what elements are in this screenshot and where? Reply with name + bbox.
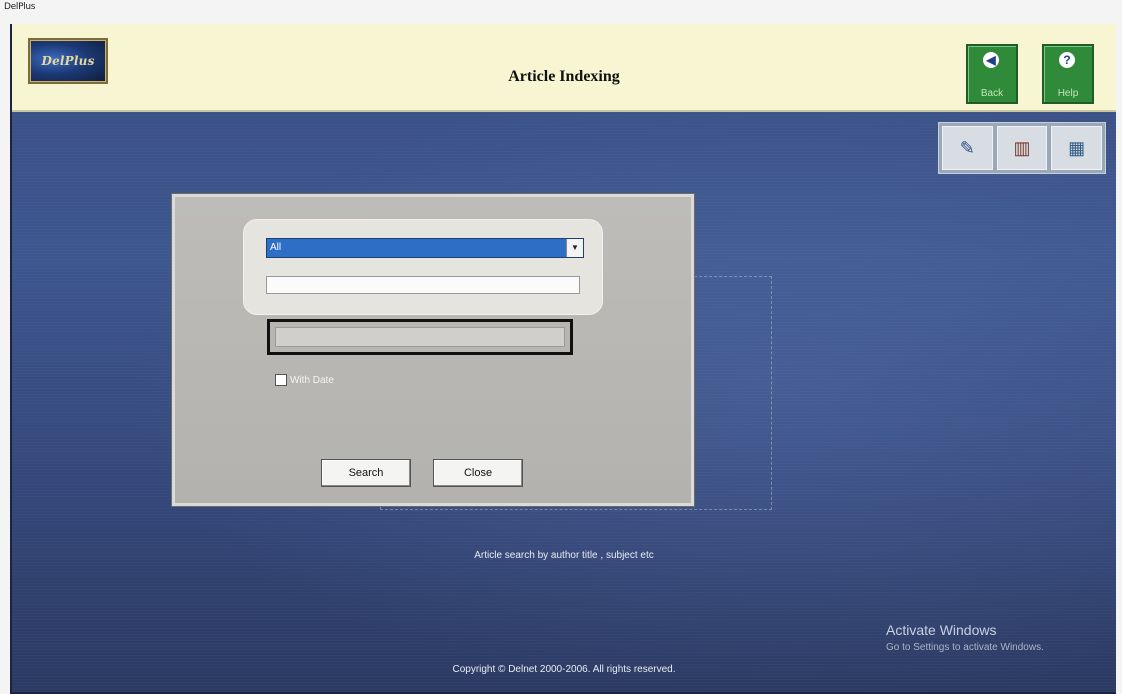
question-icon: ? xyxy=(1059,52,1075,68)
date-range-field[interactable] xyxy=(275,327,565,347)
help-button-label: Help xyxy=(1057,88,1079,99)
status-text: Article search by author title , subject… xyxy=(474,550,654,561)
search-field-select[interactable]: All ▼ xyxy=(266,238,584,258)
search-criteria-panel: All ▼ xyxy=(243,219,603,315)
arrow-left-icon: ◀ xyxy=(983,52,999,68)
copyright-text: Copyright © Delnet 2000-2006. All rights… xyxy=(452,664,676,675)
close-button[interactable]: Close xyxy=(433,459,523,487)
date-range-box xyxy=(267,319,573,355)
help-button[interactable]: ? Help xyxy=(1042,44,1094,104)
window-title: DelPlus xyxy=(4,2,36,12)
with-date-label: With Date xyxy=(290,374,334,386)
with-date-checkbox[interactable] xyxy=(275,374,287,386)
with-date-row[interactable]: With Date xyxy=(275,374,334,386)
search-input[interactable] xyxy=(266,276,580,294)
back-button-label: Back xyxy=(980,88,1004,99)
books-button[interactable]: ▥ xyxy=(996,126,1048,170)
calculator-icon: ▦ xyxy=(1068,137,1086,158)
watermark-subtitle: Go to Settings to activate Windows. xyxy=(886,642,1044,653)
search-button[interactable]: Search xyxy=(321,459,411,487)
logo-text: DelPlus xyxy=(41,54,95,68)
tool-palette: ✎ ▥ ▦ xyxy=(938,122,1106,174)
books-icon: ▥ xyxy=(1013,137,1031,158)
calculator-button[interactable]: ▦ xyxy=(1051,126,1103,170)
back-button[interactable]: ◀ Back xyxy=(966,44,1018,104)
edit-card-icon: ✎ xyxy=(959,137,975,158)
watermark-title: Activate Windows xyxy=(886,622,997,638)
chevron-down-icon[interactable]: ▼ xyxy=(566,239,583,257)
activation-watermark: Activate Windows Go to Settings to activ… xyxy=(886,622,1044,653)
search-field-value: All xyxy=(270,242,282,253)
header-bar: DelPlus Article Indexing ◀ Back ? Help xyxy=(12,24,1116,112)
app-window: DelPlus Article Indexing ◀ Back ? Help ✎… xyxy=(10,24,1116,694)
edit-card-button[interactable]: ✎ xyxy=(942,126,993,170)
search-dialog: All ▼ With Date Search Close xyxy=(172,194,694,506)
page-title: Article Indexing xyxy=(508,68,620,85)
